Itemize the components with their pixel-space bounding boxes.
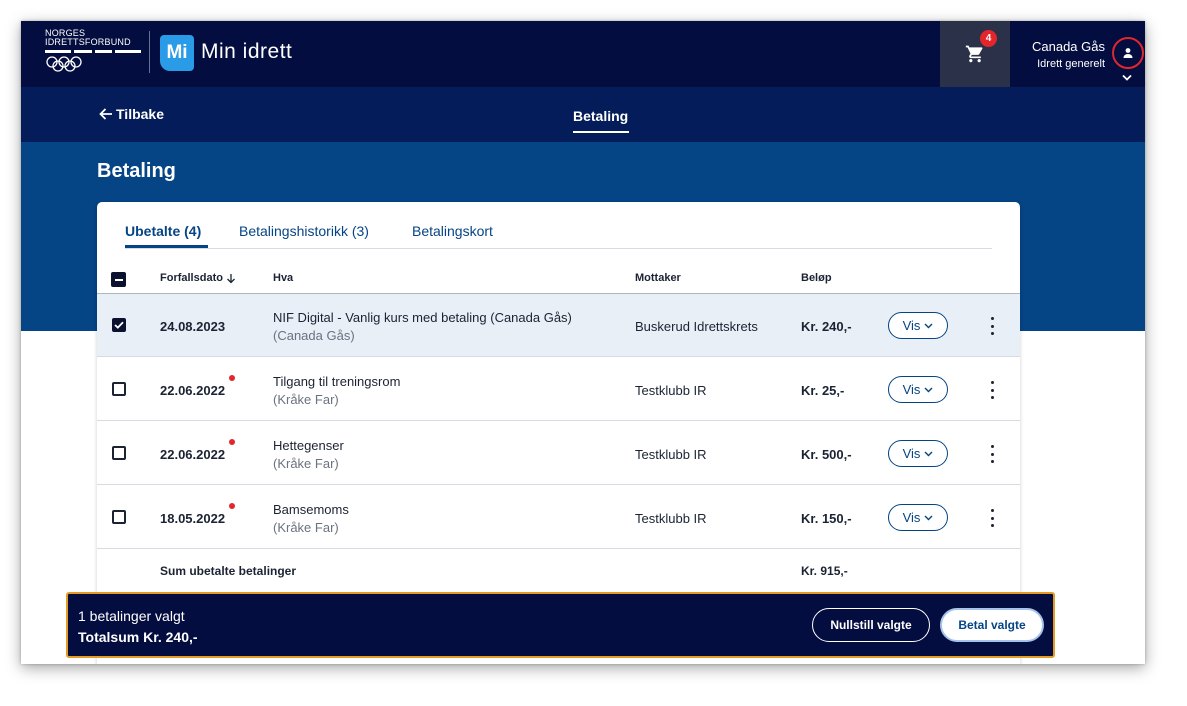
active-tab-indicator (573, 131, 629, 133)
row-checkbox[interactable] (112, 382, 126, 396)
column-what: Hva (273, 272, 294, 284)
payment-title: Tilgang til treningsrom (273, 374, 401, 389)
app-name[interactable]: Min idrett (201, 40, 292, 64)
more-options-icon[interactable] (986, 509, 998, 527)
column-due-date[interactable]: Forfallsdato (160, 272, 236, 284)
active-tab-underline (125, 245, 208, 248)
user-context[interactable]: Idrett generelt (1011, 58, 1105, 70)
cart-icon (965, 45, 983, 63)
overdue-indicator (229, 375, 235, 381)
more-options-icon[interactable] (986, 317, 998, 335)
payment-tabs: Ubetalte (4) Betalingshistorikk (3) Beta… (125, 202, 992, 249)
column-amount: Beløp (801, 272, 832, 284)
amount: Kr. 150,- (801, 511, 852, 526)
payment-person: (Kråke Far) (273, 520, 339, 535)
tab-unpaid[interactable]: Ubetalte (4) (125, 223, 201, 239)
view-button-label: Vis (902, 446, 921, 461)
amount: Kr. 500,- (801, 447, 852, 462)
chevron-down-icon (924, 323, 933, 328)
payment-title: Hettegenser (273, 438, 344, 453)
recipient: Testklubb IR (635, 511, 707, 526)
pay-selected-button[interactable]: Betal valgte (940, 608, 1044, 642)
more-options-icon[interactable] (986, 381, 998, 399)
payment-title: Bamsemoms (273, 502, 349, 517)
app-logo-badge[interactable]: Mi (160, 35, 194, 71)
payment-person: (Kråke Far) (273, 392, 339, 407)
logo-divider (149, 31, 150, 73)
payment-person: (Canada Gås) (273, 328, 355, 343)
recipient: Buskerud Idrettskrets (635, 319, 758, 334)
select-all-checkbox[interactable] (111, 272, 126, 287)
due-date: 18.05.2022 (160, 511, 226, 526)
view-button-label: Vis (902, 510, 921, 525)
top-bar: NORGES IDRETTSFORBUND Mi Min idrett 4 Ca… (21, 21, 1145, 87)
cart-button[interactable]: 4 (940, 21, 1010, 87)
column-recipient: Mottaker (635, 272, 681, 284)
app-window: NORGES IDRETTSFORBUND Mi Min idrett 4 Ca… (21, 21, 1145, 664)
recipient: Testklubb IR (635, 383, 707, 398)
row-checkbox[interactable] (112, 446, 126, 460)
user-icon (1123, 48, 1133, 58)
table-row: 24.08.2023 NIF Digital - Vanlig kurs med… (97, 294, 1020, 357)
table-row: 18.05.2022 Bamsemoms (Kråke Far) Testklu… (97, 486, 1020, 549)
amount: Kr. 25,- (801, 383, 845, 398)
column-due-date-label: Forfallsdato (160, 272, 223, 284)
table-row: 22.06.2022 Tilgang til treningsrom (Kråk… (97, 358, 1020, 421)
view-button[interactable]: Vis (888, 440, 948, 467)
view-button[interactable]: Vis (888, 376, 948, 403)
table-header: Forfallsdato Hva Mottaker Beløp (97, 259, 1020, 294)
row-checkbox[interactable] (112, 318, 126, 332)
tab-betaling[interactable]: Betaling (573, 108, 628, 124)
chevron-down-icon (924, 515, 933, 520)
payment-person: (Kråke Far) (273, 456, 339, 471)
sum-label: Sum ubetalte betalinger (160, 564, 297, 578)
back-link[interactable]: Tilbake (98, 106, 164, 122)
due-date: 22.06.2022 (160, 383, 226, 398)
amount: Kr. 240,- (801, 319, 852, 334)
view-button-label: Vis (902, 318, 921, 333)
selection-bar: 1 betalinger valgt Totalsum Kr. 240,- Nu… (66, 592, 1055, 658)
due-date: 22.06.2022 (160, 447, 226, 462)
logo-stripes (45, 50, 141, 53)
arrow-left-icon (99, 108, 112, 120)
more-options-icon[interactable] (986, 445, 998, 463)
row-checkbox[interactable] (112, 510, 126, 524)
tab-payment-cards[interactable]: Betalingskort (412, 223, 493, 239)
table-row: 22.06.2022 Hettegenser (Kråke Far) Testk… (97, 422, 1020, 485)
chevron-down-icon (924, 451, 933, 456)
user-name[interactable]: Canada Gås (1011, 39, 1105, 54)
view-button-label: Vis (902, 382, 921, 397)
nif-logo[interactable]: NORGES IDRETTSFORBUND (45, 29, 141, 77)
recipient: Testklubb IR (635, 447, 707, 462)
sum-value: Kr. 915,- (801, 564, 848, 578)
overdue-indicator (229, 439, 235, 445)
chevron-down-icon (924, 387, 933, 392)
org-name-line2: IDRETTSFORBUND (45, 37, 131, 47)
view-button[interactable]: Vis (888, 312, 948, 339)
back-label: Tilbake (116, 106, 164, 122)
cart-count-badge: 4 (980, 30, 997, 47)
selected-total: Totalsum Kr. 240,- (78, 629, 198, 645)
due-date: 24.08.2023 (160, 319, 226, 334)
page-title: Betaling (97, 160, 176, 182)
sub-navigation: Tilbake Betaling (21, 87, 1145, 142)
chevron-down-icon[interactable] (1121, 73, 1133, 82)
user-avatar-button[interactable] (1112, 37, 1144, 69)
view-button[interactable]: Vis (888, 504, 948, 531)
overdue-indicator (229, 503, 235, 509)
reset-selection-button[interactable]: Nullstill valgte (812, 608, 930, 642)
payment-title: NIF Digital - Vanlig kurs med betaling (… (273, 310, 572, 325)
tab-payment-history[interactable]: Betalingshistorikk (3) (239, 223, 369, 239)
olympic-rings-icon (46, 56, 82, 72)
selected-count: 1 betalinger valgt (78, 608, 185, 624)
check-icon (114, 321, 124, 329)
arrow-down-icon (226, 273, 235, 283)
